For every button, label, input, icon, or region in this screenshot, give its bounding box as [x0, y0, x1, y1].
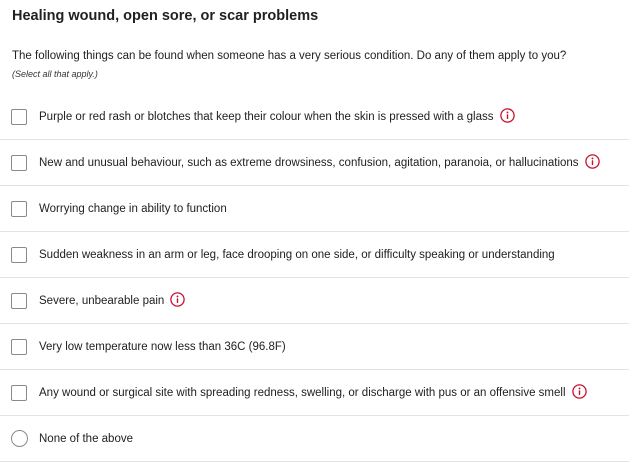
info-icon[interactable]	[571, 384, 587, 399]
option-label: Sudden weakness in an arm or leg, face d…	[39, 248, 555, 261]
option-sudden-weakness[interactable]: Sudden weakness in an arm or leg, face d…	[0, 232, 629, 278]
option-none-of-the-above[interactable]: None of the above	[0, 416, 629, 462]
checkbox[interactable]	[11, 384, 27, 401]
checkbox[interactable]	[11, 154, 27, 171]
page-title: Healing wound, open sore, or scar proble…	[12, 8, 319, 24]
checkbox[interactable]	[11, 108, 27, 125]
option-severe-pain[interactable]: Severe, unbearable pain	[0, 278, 629, 324]
option-label: Worrying change in ability to function	[39, 202, 227, 215]
option-unusual-behaviour[interactable]: New and unusual behaviour, such as extre…	[0, 140, 629, 186]
option-low-temperature[interactable]: Very low temperature now less than 36C (…	[0, 324, 629, 370]
option-ability-change[interactable]: Worrying change in ability to function	[0, 186, 629, 232]
option-wound-redness[interactable]: Any wound or surgical site with spreadin…	[0, 370, 629, 416]
option-label: Purple or red rash or blotches that keep…	[39, 108, 515, 125]
info-icon[interactable]	[499, 108, 515, 123]
info-icon[interactable]	[584, 154, 600, 169]
option-label: Severe, unbearable pain	[39, 292, 186, 309]
question-text: The following things can be found when s…	[12, 50, 567, 62]
options-list: Purple or red rash or blotches that keep…	[0, 94, 629, 462]
option-label: New and unusual behaviour, such as extre…	[39, 154, 600, 171]
option-label: Any wound or surgical site with spreadin…	[39, 384, 587, 401]
checkbox[interactable]	[11, 246, 27, 263]
option-label: None of the above	[39, 432, 133, 445]
checkbox[interactable]	[11, 292, 27, 309]
radio-button[interactable]	[11, 430, 28, 447]
select-hint: (Select all that apply.)	[12, 69, 98, 79]
option-purple-rash[interactable]: Purple or red rash or blotches that keep…	[0, 94, 629, 140]
checkbox[interactable]	[11, 338, 27, 355]
option-label: Very low temperature now less than 36C (…	[39, 340, 286, 353]
checkbox[interactable]	[11, 200, 27, 217]
info-icon[interactable]	[170, 292, 186, 307]
